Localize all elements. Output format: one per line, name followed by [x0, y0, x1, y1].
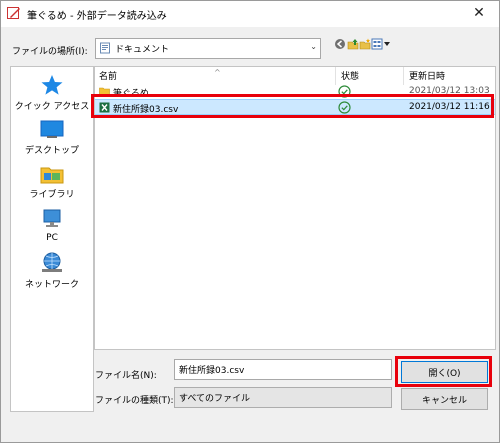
column-divider[interactable]	[403, 67, 404, 85]
fudegurume-app-icon	[7, 7, 20, 19]
filename-input[interactable]: 新住所録03.csv ⌄	[174, 359, 392, 380]
close-icon: ✕	[473, 5, 485, 21]
library-icon	[40, 167, 64, 184]
column-divider[interactable]	[335, 67, 336, 85]
location-value: ドキュメント	[115, 45, 170, 55]
column-header-status[interactable]: 状態	[341, 69, 359, 83]
place-label: ネットワーク	[24, 280, 79, 290]
column-header-modified[interactable]: 更新日時	[409, 69, 445, 83]
window-title: 筆ぐるめ - 外部データ読み込み	[27, 11, 167, 22]
chevron-down-icon[interactable]: ⌄	[179, 363, 388, 372]
place-label: クイック アクセス	[14, 102, 90, 112]
place-label: PC	[46, 233, 58, 243]
filename-label: ファイル名(N):	[95, 371, 157, 381]
star-icon	[41, 75, 63, 95]
chevron-down-icon: ⌄	[310, 42, 317, 51]
view-menu-icon[interactable]	[371, 38, 391, 50]
place-label: デスクトップ	[24, 146, 79, 156]
back-icon[interactable]	[334, 38, 346, 50]
highlight-open-button	[395, 356, 492, 387]
desktop-icon	[40, 120, 64, 138]
place-library[interactable]: ライブラリ	[11, 164, 93, 200]
up-folder-icon[interactable]	[347, 38, 359, 50]
sort-ascending-icon: ^	[214, 68, 221, 77]
new-folder-icon[interactable]	[359, 38, 371, 50]
documents-folder-icon	[100, 42, 110, 54]
place-pc[interactable]: PC	[11, 208, 93, 243]
filetype-select[interactable]: すべてのファイル ⌄	[174, 387, 392, 408]
cancel-button[interactable]: キャンセル	[401, 388, 488, 410]
title-bar: 筆ぐるめ - 外部データ読み込み ✕	[1, 1, 499, 27]
filetype-label: ファイルの種類(T):	[95, 396, 174, 406]
pc-icon	[43, 209, 61, 227]
location-label: ファイルの場所(I):	[12, 47, 88, 57]
location-combo[interactable]: ドキュメント ⌄	[95, 38, 321, 59]
place-label: ライブラリ	[29, 190, 75, 200]
place-desktop[interactable]: デスクトップ	[11, 120, 93, 156]
places-bar: クイック アクセス デスクトップ ライブラリ PC ネットワーク	[10, 66, 94, 412]
place-quick-access[interactable]: クイック アクセス	[11, 74, 93, 112]
place-network[interactable]: ネットワーク	[11, 252, 93, 290]
highlight-selected-file	[91, 94, 494, 118]
chevron-down-icon: ⌄	[179, 391, 186, 400]
network-icon	[42, 252, 62, 272]
column-header-name[interactable]: 名前 ^	[99, 68, 221, 83]
close-button[interactable]: ✕	[461, 1, 497, 25]
file-dialog-window: 筆ぐるめ - 外部データ読み込み ✕ ファイルの場所(I): ドキュメント ⌄	[0, 0, 500, 443]
